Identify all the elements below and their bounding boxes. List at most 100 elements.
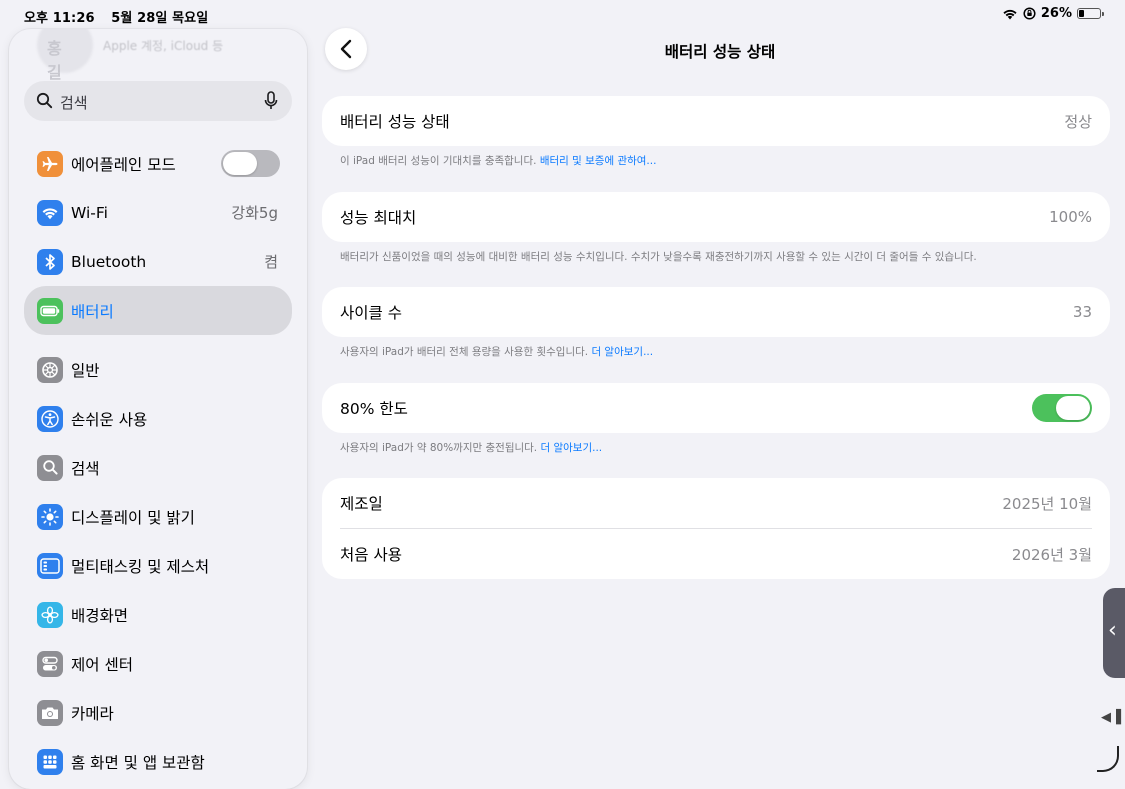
home-screen-icon xyxy=(37,748,63,775)
manufacture-date-value: 2025년 10월 xyxy=(1002,494,1092,513)
sidebar-item-label: 검색 xyxy=(71,459,100,478)
cycle-learn-more-link[interactable]: 더 알아보기... xyxy=(591,346,653,358)
battery-health-row: 배터리 성능 상태 정상 xyxy=(322,96,1110,146)
sidebar-item-control-center[interactable]: 제어 센터 xyxy=(24,639,292,688)
flower-icon xyxy=(37,601,63,628)
chevron-left-icon: ‹ xyxy=(1108,618,1117,643)
corner-gesture-icon xyxy=(1097,746,1119,772)
profile-subtitle: Apple 계정, iCloud 등 xyxy=(103,39,224,53)
status-indicators: 26% xyxy=(1002,6,1104,21)
sidebar-item-airplane-mode[interactable]: 에어플레인 모드 xyxy=(24,139,292,188)
sidebar-item-label: 손쉬운 사용 xyxy=(71,410,148,429)
battery-health-value: 정상 xyxy=(1064,112,1092,131)
sidebar-item-accessibility[interactable]: 손쉬운 사용 xyxy=(24,394,292,443)
sidebar-item-label: 제어 센터 xyxy=(71,655,133,674)
max-capacity-footnote: 배터리가 신품이었을 때의 성능에 대비한 배터리 성능 수치입니다. 수치가 … xyxy=(340,251,977,263)
camera-icon xyxy=(37,699,63,726)
sidebar-item-search[interactable]: 검색 xyxy=(24,443,292,492)
airplane-icon xyxy=(37,150,63,177)
sidebar-item-label: Wi-Fi xyxy=(71,203,108,222)
first-use-row: 처음 사용 2026년 3월 xyxy=(322,529,1110,579)
avatar xyxy=(37,29,93,73)
toggle-knob xyxy=(223,152,257,175)
status-date: 5월 28일 목요일 xyxy=(111,11,209,26)
sidebar-item-multitasking[interactable]: 멀티태스킹 및 제스처 xyxy=(24,541,292,590)
sidebar-item-bluetooth[interactable]: Bluetooth 켬 xyxy=(24,237,292,286)
sidebar-item-label: Bluetooth xyxy=(71,252,147,271)
microphone-icon[interactable] xyxy=(264,91,278,111)
limit-80-row: 80% 한도 xyxy=(322,383,1110,433)
limit-80-footnote: 사용자의 iPad가 약 80%까지만 충전됩니다. 더 알아보기... xyxy=(340,442,603,454)
sidebar-item-display-brightness[interactable]: 디스플레이 및 밝기 xyxy=(24,492,292,541)
status-time-date: 오후 11:26 5월 28일 목요일 xyxy=(24,7,220,26)
search-icon xyxy=(36,92,53,109)
toggle-knob xyxy=(1056,396,1090,420)
sidebar-item-label: 에어플레인 모드 xyxy=(71,155,176,174)
battery-health-label: 배터리 성능 상태 xyxy=(340,113,450,131)
sidebar-item-label: 멀티태스킹 및 제스처 xyxy=(71,557,210,576)
max-capacity-row: 성능 최대치 100% xyxy=(322,192,1110,242)
sidebar-item-label: 일반 xyxy=(71,361,100,380)
sidebar-item-wallpaper[interactable]: 배경화면 xyxy=(24,590,292,639)
page-title: 배터리 성능 상태 xyxy=(664,43,776,61)
wifi-icon xyxy=(37,199,63,226)
airplane-mode-toggle[interactable] xyxy=(221,150,280,177)
manufacture-date-row: 제조일 2025년 10월 xyxy=(322,478,1110,528)
bluetooth-icon xyxy=(37,248,63,275)
status-bar: 오후 11:26 5월 28일 목요일 26% xyxy=(0,0,1125,30)
battery-fill xyxy=(1079,10,1084,17)
sidebar-item-general[interactable]: 일반 xyxy=(24,345,292,394)
battery-icon xyxy=(37,297,63,324)
manufacture-date-label: 제조일 xyxy=(340,495,383,513)
battery-percent: 26% xyxy=(1040,6,1072,21)
max-capacity-label: 성능 최대치 xyxy=(340,209,417,227)
cycle-count-card: 사이클 수 33 xyxy=(322,287,1110,337)
accessibility-icon xyxy=(37,405,63,432)
battery-warranty-link[interactable]: 배터리 및 보증에 관하여... xyxy=(540,155,657,167)
sidebar-item-label: 홈 화면 및 앱 보관함 xyxy=(71,753,205,772)
sun-icon xyxy=(37,503,63,530)
search-field[interactable]: 검색 xyxy=(24,81,292,121)
gear-icon xyxy=(37,356,63,383)
first-use-label: 처음 사용 xyxy=(340,546,402,564)
search-icon xyxy=(37,454,63,481)
edge-arrows-icon: ◀▐ xyxy=(1101,710,1121,725)
limit-80-label: 80% 한도 xyxy=(340,400,408,418)
limit-learn-more-link[interactable]: 더 알아보기... xyxy=(540,442,602,454)
status-time: 오후 11:26 xyxy=(24,11,95,26)
profile-name: 홍길 xyxy=(47,39,62,82)
limit-80-card: 80% 한도 xyxy=(322,383,1110,433)
sidebar-item-battery[interactable]: 배터리 xyxy=(24,286,292,335)
sidebar-item-label: 디스플레이 및 밝기 xyxy=(71,508,195,527)
limit-80-toggle[interactable] xyxy=(1032,394,1092,422)
sidebar-item-label: 카메라 xyxy=(71,704,114,723)
battery-dates-card: 제조일 2025년 10월 처음 사용 2026년 3월 xyxy=(322,478,1110,579)
settings-menu: 에어플레인 모드 Wi-Fi 강화5g Bluetooth 켬 배터리 일반 손… xyxy=(24,139,292,786)
sidebar-item-label: 배경화면 xyxy=(71,606,129,625)
toggles-icon xyxy=(37,650,63,677)
sidebar-item-camera[interactable]: 카메라 xyxy=(24,688,292,737)
cycle-count-label: 사이클 수 xyxy=(340,304,402,322)
search-placeholder: 검색 xyxy=(60,94,88,112)
orientation-lock-icon xyxy=(1023,7,1036,20)
side-handle-tab[interactable]: ‹ xyxy=(1103,588,1125,678)
battery-status-icon xyxy=(1077,8,1104,19)
cycle-count-footnote: 사용자의 iPad가 배터리 전체 용량을 사용한 횟수입니다. 더 알아보기.… xyxy=(340,346,654,358)
wifi-network-value: 강화5g xyxy=(231,204,278,222)
wifi-status-icon xyxy=(1003,9,1017,19)
battery-health-card: 배터리 성능 상태 정상 xyxy=(322,96,1110,146)
sidebar-item-home-screen[interactable]: 홈 화면 및 앱 보관함 xyxy=(24,737,292,786)
sidebar-item-label: 배터리 xyxy=(71,302,114,321)
cycle-count-row: 사이클 수 33 xyxy=(322,287,1110,337)
sidebar-item-wifi[interactable]: Wi-Fi 강화5g xyxy=(24,188,292,237)
max-capacity-card: 성능 최대치 100% xyxy=(322,192,1110,242)
first-use-value: 2026년 3월 xyxy=(1011,545,1092,564)
cycle-count-value: 33 xyxy=(1072,303,1092,321)
max-capacity-value: 100% xyxy=(1049,208,1092,226)
settings-sidebar: 홍길 Apple 계정, iCloud 등 검색 에어플레인 모드 Wi-Fi … xyxy=(9,29,307,789)
back-button[interactable] xyxy=(325,28,367,70)
chevron-left-icon xyxy=(340,39,352,59)
bluetooth-status-value: 켬 xyxy=(264,253,278,271)
multitasking-icon xyxy=(37,552,63,579)
battery-health-footnote: 이 iPad 배터리 성능이 기대치를 충족합니다. 배터리 및 보증에 관하여… xyxy=(340,155,657,167)
